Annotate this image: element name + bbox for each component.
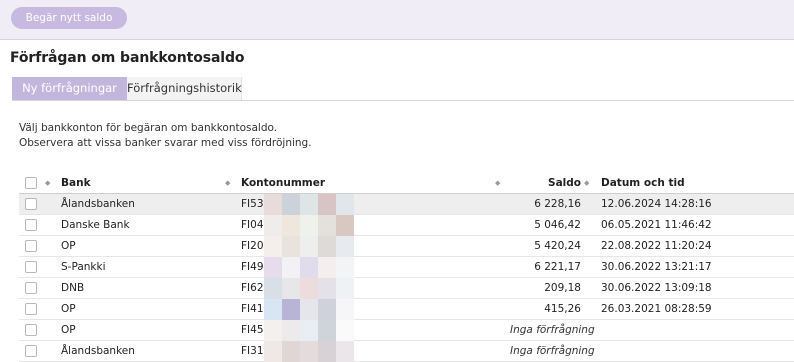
no-requests-status: Inga förfrågningar — [510, 324, 595, 336]
bank-name: Danske Bank — [61, 219, 130, 231]
tab-request-history[interactable]: Förfrågningshistorik — [127, 77, 242, 100]
top-toolbar: Begär nytt saldo — [0, 0, 794, 40]
redacted-account — [264, 299, 354, 320]
sort-icon[interactable]: ◆ — [225, 173, 230, 194]
balance-value: 5 420,24 — [534, 240, 581, 252]
balance-value: 209,18 — [544, 282, 581, 294]
sort-icon[interactable]: ◆ — [584, 173, 589, 194]
column-header-bank[interactable]: Bank — [61, 173, 231, 194]
table-row[interactable]: OP FI41 5 415,26 26.03.2021 08:28:59 — [19, 299, 794, 320]
table-row[interactable]: OP FI20 5 420,24 22.08.2022 11:20:24 — [19, 236, 794, 257]
column-header-datetime[interactable]: Datum och tid — [601, 173, 781, 194]
table-row[interactable]: Danske Bank FI04 5 046,42 06.05.2021 11:… — [19, 215, 794, 236]
row-checkbox[interactable] — [25, 219, 37, 231]
request-new-balance-button[interactable]: Begär nytt saldo — [11, 7, 127, 29]
bank-name: Ålandsbanken — [61, 198, 135, 210]
bank-name: OP — [61, 240, 76, 252]
redacted-account — [264, 236, 354, 257]
redacted-account — [264, 341, 354, 362]
row-checkbox[interactable] — [25, 303, 37, 315]
bank-name: OP — [61, 303, 76, 315]
bank-name: DNB — [61, 282, 85, 294]
bank-name: OP — [61, 324, 76, 336]
tab-bar: Ny förfrågningar Förfrågningshistorik — [12, 77, 242, 100]
datetime-value: 30.06.2022 13:09:18 — [601, 282, 712, 294]
balance-value: 5 046,42 — [534, 219, 581, 231]
datetime-value: 30.06.2022 13:21:17 — [601, 261, 712, 273]
row-checkbox[interactable] — [25, 282, 37, 294]
table-row[interactable]: S-Pankki FI49 6 221,17 30.06.2022 13:21:… — [19, 257, 794, 278]
redacted-account — [264, 194, 354, 215]
redacted-account — [264, 320, 354, 341]
tab-new-requests[interactable]: Ny förfrågningar — [12, 77, 127, 100]
tab-divider — [12, 100, 794, 101]
no-requests-status: Inga förfrågningar — [510, 345, 595, 357]
bank-name: Ålandsbanken — [61, 345, 135, 357]
datetime-value: 26.03.2021 08:28:59 — [601, 303, 712, 315]
balance-value: 6 221,17 — [534, 261, 581, 273]
datetime-value: 12.06.2024 14:28:16 — [601, 198, 712, 210]
page-title: Förfrågan om bankkontosaldo — [10, 50, 245, 66]
table-row[interactable]: Ålandsbanken FI31 ( Inga förfrågningar — [19, 341, 794, 362]
row-checkbox[interactable] — [25, 345, 37, 357]
table-row[interactable]: Ålandsbanken FI53 6 228,16 12.06.2024 14… — [19, 194, 794, 215]
table-header: ◆ Bank ◆ Kontonummer ◆ Saldo ◆ Datum och… — [19, 173, 794, 194]
datetime-value: 06.05.2021 11:46:42 — [601, 219, 712, 231]
row-checkbox[interactable] — [25, 240, 37, 252]
column-header-account[interactable]: Kontonummer — [241, 173, 361, 194]
balance-value: 415,26 — [544, 303, 581, 315]
select-all-checkbox[interactable] — [25, 177, 37, 189]
bank-name: S-Pankki — [61, 261, 106, 273]
row-checkbox[interactable] — [25, 261, 37, 273]
redacted-account — [264, 215, 354, 236]
balance-value: 6 228,16 — [534, 198, 581, 210]
row-checkbox[interactable] — [25, 324, 37, 336]
column-header-balance[interactable]: Saldo — [499, 173, 581, 194]
info-line-2: Observera att vissa banker svarar med vi… — [19, 137, 312, 149]
info-text: Välj bankkonton för begäran om bankkonto… — [19, 121, 312, 151]
datetime-value: 22.08.2022 11:20:24 — [601, 240, 712, 252]
row-checkbox[interactable] — [25, 198, 37, 210]
info-line-1: Välj bankkonton för begäran om bankkonto… — [19, 122, 278, 134]
accounts-table: ◆ Bank ◆ Kontonummer ◆ Saldo ◆ Datum och… — [19, 173, 794, 362]
sort-icon[interactable]: ◆ — [45, 173, 50, 194]
redacted-account — [264, 278, 354, 299]
redacted-account — [264, 257, 354, 278]
table-row[interactable]: OP FI45 Inga förfrågningar — [19, 320, 794, 341]
table-row[interactable]: DNB FI62 209,18 30.06.2022 13:09:18 — [19, 278, 794, 299]
